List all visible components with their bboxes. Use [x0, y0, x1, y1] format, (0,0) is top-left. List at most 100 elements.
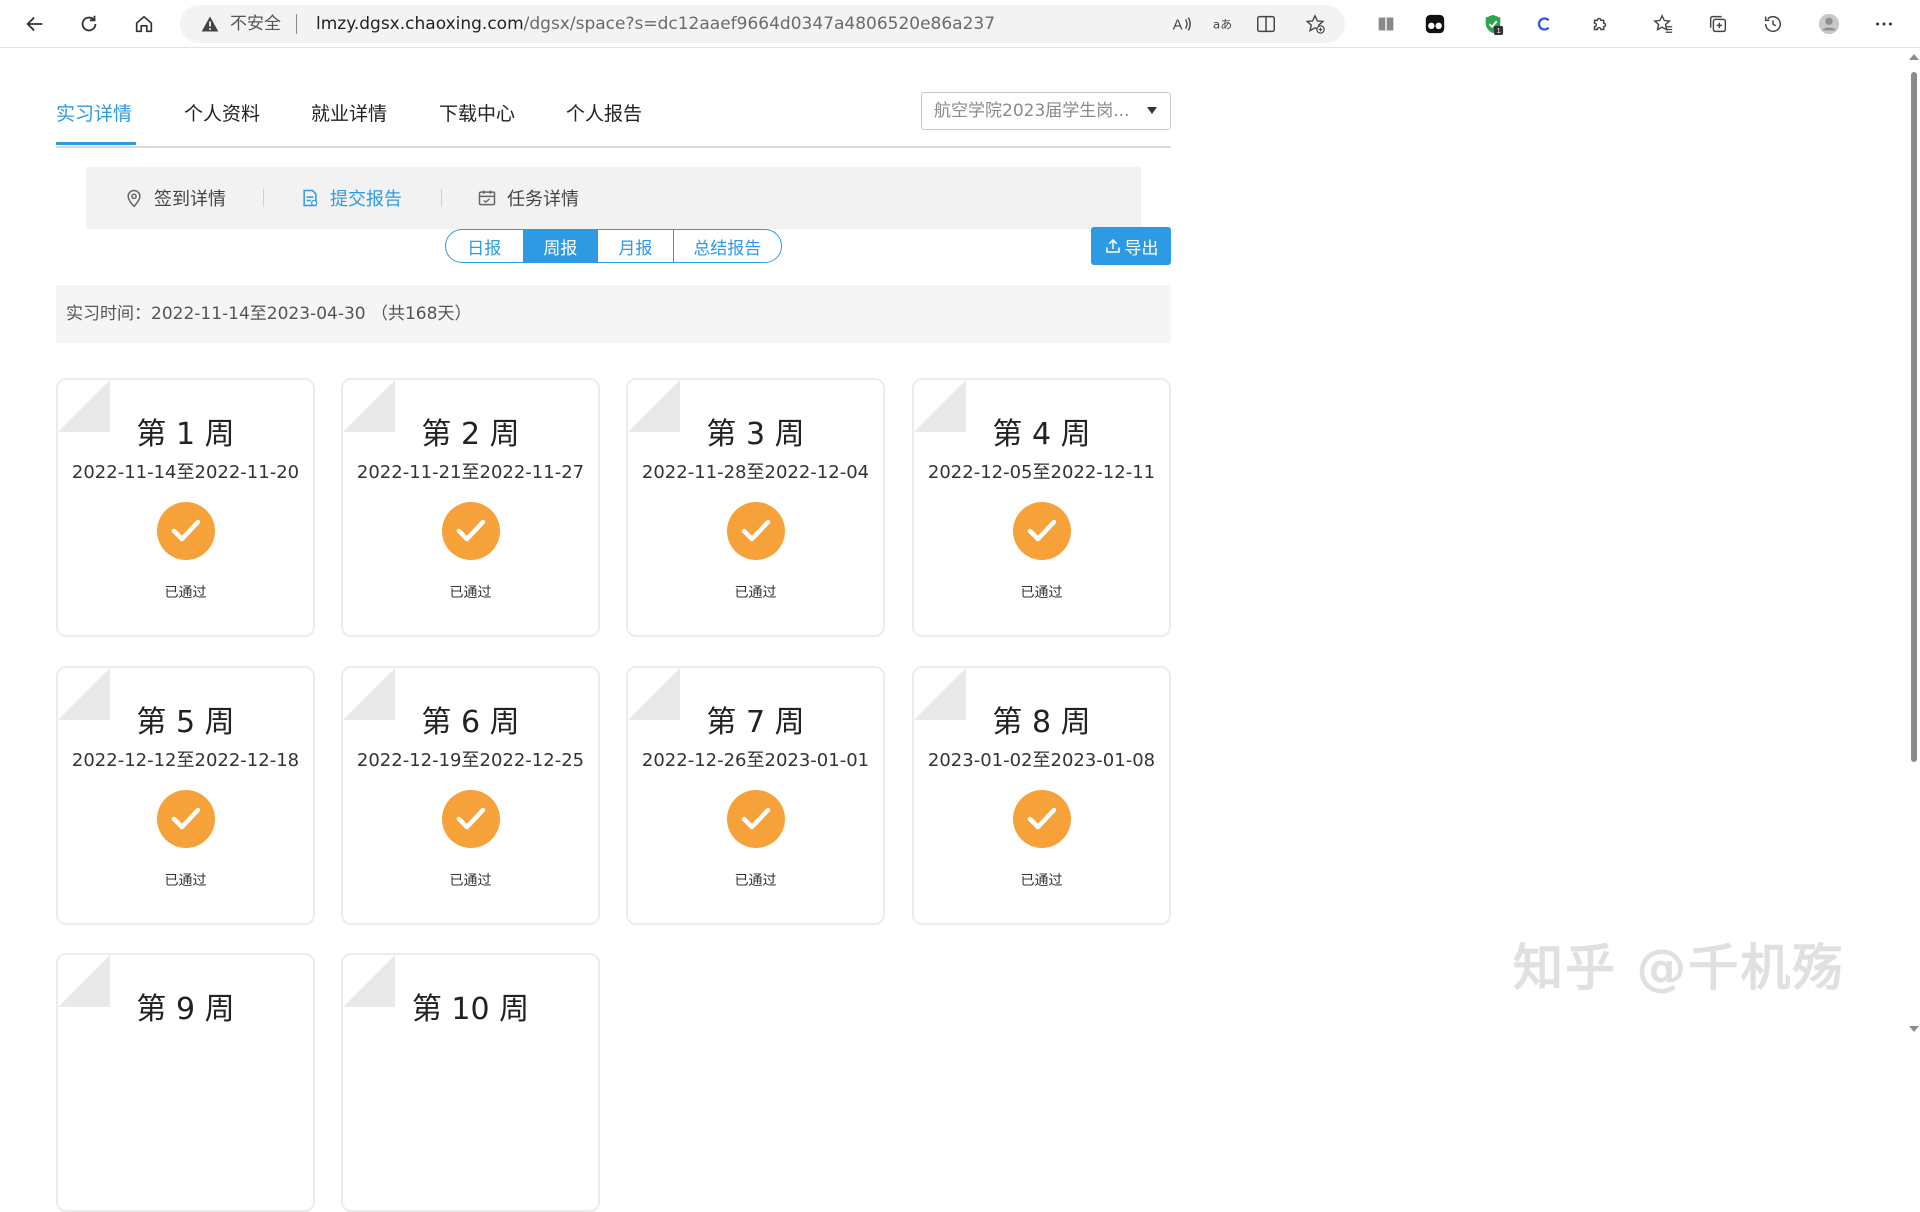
warning-icon [201, 16, 219, 32]
tab-internship-details[interactable]: 实习详情 [56, 102, 132, 126]
avatar-icon [1818, 13, 1840, 35]
home-button[interactable] [127, 8, 161, 40]
reload-button[interactable] [72, 8, 106, 40]
approved-check-icon [442, 790, 500, 848]
translate-label: aあ [1213, 18, 1232, 32]
report-type-tabs: 日报 周报 月报 总结报告 [445, 229, 782, 263]
tab-summary-report[interactable]: 总结报告 [674, 230, 781, 262]
batch-select-value: 航空学院2023届学生岗... [934, 101, 1130, 121]
week-status: 已通过 [1020, 873, 1063, 889]
page-scrollbar[interactable] [1908, 48, 1920, 1040]
more-dots-icon [1876, 22, 1892, 26]
week-title: 第 5 周 [136, 705, 235, 740]
week-date-range: 2022-11-21至2022-11-27 [356, 462, 585, 483]
week-date-range: 2022-11-14至2022-11-20 [71, 462, 300, 483]
sub-tab-task-details[interactable]: 任务详情 [477, 186, 579, 210]
scroll-up-arrow-icon[interactable] [1909, 54, 1919, 60]
week-card[interactable]: 第 3 周 2022-11-28至2022-12-04 已通过 [626, 378, 885, 637]
export-button[interactable]: 导出 [1091, 227, 1171, 265]
split-screen-icon[interactable] [1255, 13, 1277, 35]
sub-tab-submit-report[interactable]: 提交报告 [300, 186, 402, 210]
extension-c-button[interactable] [1528, 8, 1560, 40]
week-status: 已通过 [734, 585, 777, 601]
week-card[interactable]: 第 1 周 2022-11-14至2022-11-20 已通过 [56, 378, 315, 637]
approved-check-icon [727, 790, 785, 848]
reader-icon [1378, 17, 1394, 31]
read-aloud-icon[interactable]: A [1170, 13, 1192, 35]
week-card[interactable]: 第 8 周 2023-01-02至2023-01-08 已通过 [912, 666, 1171, 925]
week-status: 已通过 [164, 585, 207, 601]
collections-button[interactable] [1702, 8, 1734, 40]
tampermonkey-icon [1425, 14, 1445, 34]
location-pin-icon [127, 189, 141, 208]
immersive-reader-button[interactable] [1370, 8, 1402, 40]
week-title: 第 10 周 [411, 992, 530, 1027]
sub-tab-task-details-label: 任务详情 [507, 189, 579, 210]
week-title: 第 8 周 [992, 705, 1091, 740]
upload-icon [1105, 238, 1120, 253]
approved-check-icon [442, 502, 500, 560]
batch-select[interactable]: 航空学院2023届学生岗... [921, 92, 1171, 130]
address-divider [296, 14, 297, 34]
week-card[interactable]: 第 2 周 2022-11-21至2022-11-27 已通过 [341, 378, 600, 637]
extension-shield-button[interactable]: 1 [1477, 8, 1509, 40]
home-icon [135, 15, 153, 33]
favorites-star-icon [1653, 14, 1673, 33]
tab-personal-report[interactable]: 个人报告 [566, 102, 642, 126]
tab-daily-report[interactable]: 日报 [446, 230, 524, 262]
sub-nav-divider [441, 189, 442, 207]
address-bar[interactable]: 不安全 lmzy.dgsx.chaoxing.com/dgsx/space?s=… [180, 5, 1345, 43]
back-arrow-icon [26, 16, 43, 32]
extensions-button[interactable] [1584, 8, 1616, 40]
extension-badge: 1 [1497, 26, 1501, 35]
week-card[interactable]: 第 7 周 2022-12-26至2023-01-01 已通过 [626, 666, 885, 925]
extension-tampermonkey-button[interactable] [1419, 8, 1451, 40]
approved-check-icon [157, 502, 215, 560]
week-card[interactable]: 第 9 周 [56, 953, 315, 1212]
tab-monthly-report[interactable]: 月报 [598, 230, 674, 262]
add-favorite-icon[interactable] [1304, 13, 1326, 35]
week-title: 第 4 周 [992, 417, 1091, 452]
browser-toolbar: 不安全 lmzy.dgsx.chaoxing.com/dgsx/space?s=… [0, 0, 1920, 48]
tab-weekly-report[interactable]: 周报 [523, 230, 599, 262]
week-date-range: 2022-12-05至2022-12-11 [927, 462, 1156, 483]
tab-personal-info[interactable]: 个人资料 [184, 102, 260, 126]
reload-icon [81, 15, 97, 32]
scroll-down-arrow-icon[interactable] [1909, 1026, 1919, 1032]
history-button[interactable] [1757, 8, 1789, 40]
week-status: 已通过 [164, 873, 207, 889]
sub-nav-divider [263, 189, 264, 207]
week-status: 已通过 [1020, 585, 1063, 601]
week-date-range: 2022-12-19至2022-12-25 [356, 750, 585, 771]
week-title: 第 1 周 [136, 417, 235, 452]
active-tab-indicator [56, 142, 136, 145]
url-host: lmzy.dgsx.chaoxing.com [316, 14, 524, 34]
back-button[interactable] [18, 8, 52, 40]
internship-period-text: 实习时间：2022-11-14至2023-04-30 （共168天） [66, 304, 472, 324]
week-date-range: 2022-12-26至2023-01-01 [641, 750, 870, 771]
week-title: 第 9 周 [136, 992, 235, 1027]
url-text: lmzy.dgsx.chaoxing.com/dgsx/space?s=dc12… [316, 14, 995, 34]
tab-employment-details[interactable]: 就业详情 [311, 102, 387, 126]
c-logo-icon [1537, 17, 1550, 31]
week-status: 已通过 [449, 873, 492, 889]
favorites-button[interactable] [1647, 8, 1679, 40]
sub-tab-checkin[interactable]: 签到详情 [124, 186, 226, 210]
week-card[interactable]: 第 4 周 2022-12-05至2022-12-11 已通过 [912, 378, 1171, 637]
week-title: 第 7 周 [706, 705, 805, 740]
scrollbar-thumb[interactable] [1911, 72, 1917, 762]
url-path: /dgsx/space?s=dc12aaef9664d0347a4806520e… [523, 14, 996, 34]
internship-period-bar: 实习时间：2022-11-14至2023-04-30 （共168天） [56, 285, 1171, 343]
week-title: 第 3 周 [706, 417, 805, 452]
week-date-range: 2023-01-02至2023-01-08 [927, 750, 1156, 771]
week-card[interactable]: 第 5 周 2022-12-12至2022-12-18 已通过 [56, 666, 315, 925]
tab-download-center[interactable]: 下载中心 [439, 102, 515, 126]
week-card[interactable]: 第 10 周 [341, 953, 600, 1212]
week-date-range: 2022-11-28至2022-12-04 [641, 462, 870, 483]
report-doc-icon [303, 189, 318, 207]
security-label: 不安全 [230, 14, 281, 34]
translate-icon[interactable]: aあ [1212, 13, 1234, 35]
more-menu-button[interactable] [1868, 8, 1900, 40]
week-card[interactable]: 第 6 周 2022-12-19至2022-12-25 已通过 [341, 666, 600, 925]
profile-button[interactable] [1813, 8, 1845, 40]
